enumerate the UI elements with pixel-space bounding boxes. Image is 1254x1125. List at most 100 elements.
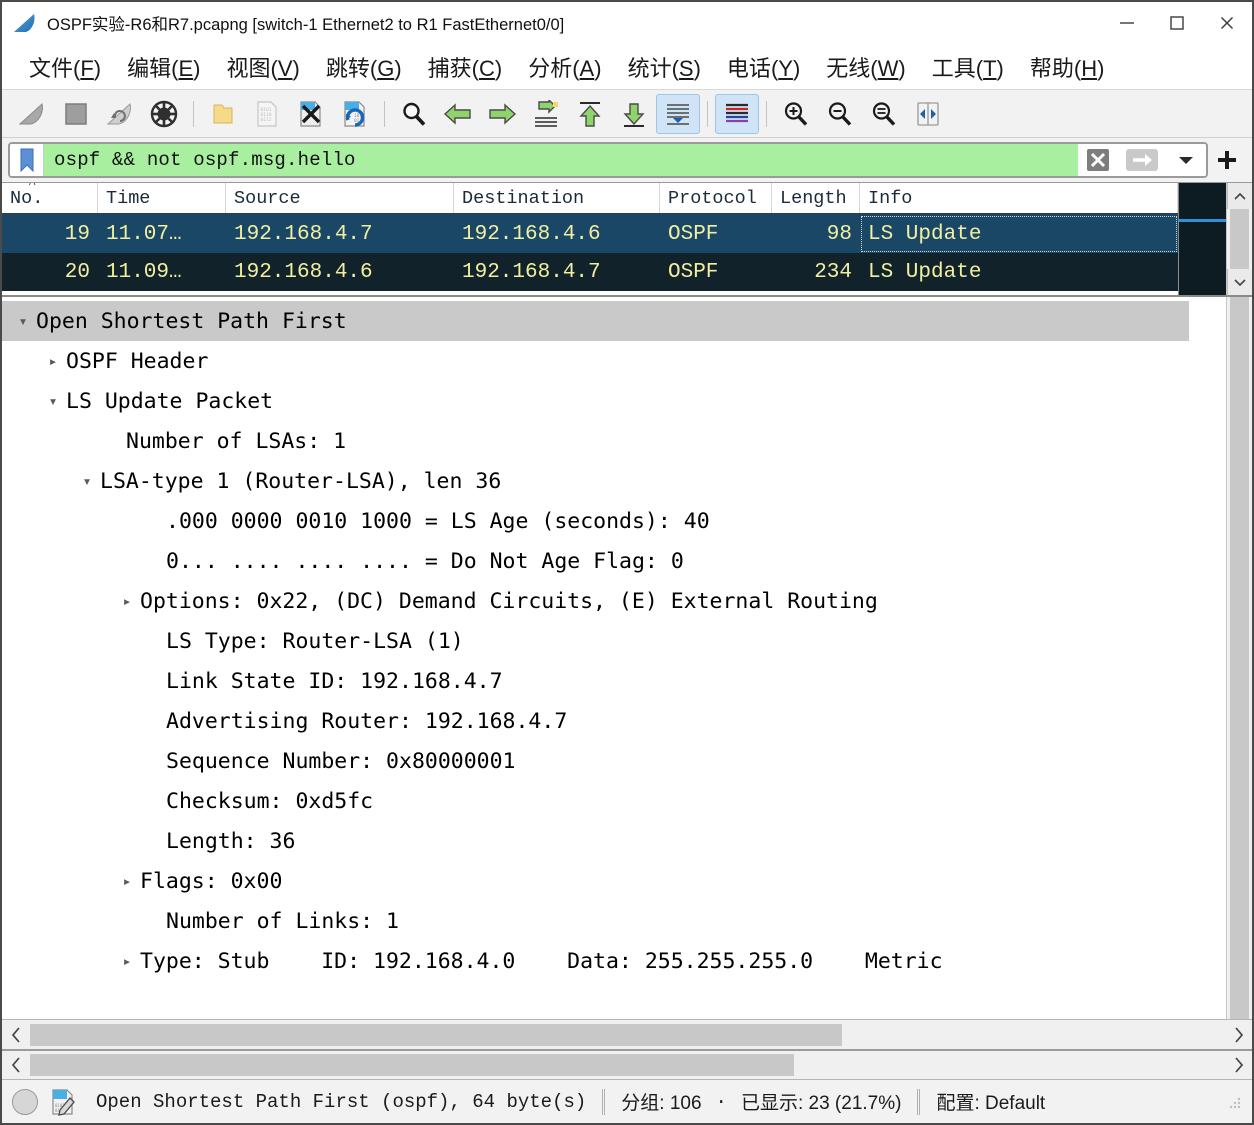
resize-grip-icon[interactable] — [1228, 1095, 1242, 1109]
menu-capture[interactable]: 捕获(C) — [415, 51, 516, 83]
menu-view[interactable]: 视图(V) — [213, 51, 312, 83]
chevron-down-icon[interactable]: ▾ — [40, 392, 66, 410]
chevron-right-icon[interactable]: ▸ — [114, 952, 140, 970]
tree-row[interactable]: Link State ID: 192.168.4.7 — [2, 661, 1226, 701]
menu-file[interactable]: 文件(F) — [16, 51, 114, 83]
save-file-button[interactable]: 0101 0110 0112 — [245, 94, 289, 134]
stop-capture-button[interactable] — [54, 94, 98, 134]
zoom-out-button[interactable] — [818, 94, 862, 134]
add-filter-button[interactable] — [1208, 142, 1246, 178]
tree-row[interactable]: Number of Links: 1 — [2, 901, 1226, 941]
packet-list-vscrollbar[interactable] — [1226, 183, 1252, 295]
chevron-right-icon[interactable]: ▸ — [114, 872, 140, 890]
filter-dropdown-button[interactable] — [1166, 144, 1206, 176]
menu-go-label: 跳转 — [325, 55, 370, 81]
menu-help[interactable]: 帮助(H) — [1017, 51, 1118, 83]
menu-go[interactable]: 跳转(G) — [313, 51, 415, 83]
restart-capture-button[interactable] — [98, 94, 142, 134]
filter-bookmark-button[interactable] — [10, 144, 44, 176]
minimize-button[interactable] — [1102, 2, 1152, 43]
bytes-hscroll-thumb[interactable] — [30, 1054, 795, 1076]
column-header-info[interactable]: Info — [860, 183, 1178, 213]
capture-options-button[interactable] — [142, 94, 186, 134]
tree-row-label: Link State ID: 192.168.4.7 — [166, 668, 503, 694]
menu-statistics[interactable]: 统计(S) — [615, 51, 714, 83]
detail-hscrollbar[interactable] — [2, 1019, 1252, 1049]
chevron-right-icon[interactable]: ▸ — [40, 352, 66, 370]
resize-columns-button[interactable] — [906, 94, 950, 134]
tree-row[interactable]: Length: 36 — [2, 821, 1226, 861]
hscroll-left-button[interactable] — [2, 1026, 30, 1043]
start-capture-button[interactable] — [10, 94, 54, 134]
scroll-down-button[interactable] — [1227, 269, 1252, 295]
colorize-button[interactable] — [715, 93, 759, 134]
chevron-down-icon[interactable]: ▾ — [10, 312, 36, 330]
expert-info-circle-icon[interactable] — [12, 1088, 38, 1115]
column-header-no[interactable]: No. ^ — [2, 183, 98, 213]
detail-vscrollbar[interactable] — [1226, 297, 1252, 1019]
chevron-right-icon[interactable]: ▸ — [114, 592, 140, 610]
bytes-hscroll-left-button[interactable] — [2, 1057, 30, 1073]
open-file-button[interactable] — [201, 94, 245, 134]
column-header-protocol[interactable]: Protocol — [660, 183, 772, 213]
tree-row[interactable]: ▸ Flags: 0x00 — [2, 861, 1226, 901]
menu-telephony[interactable]: 电话(Y) — [714, 51, 813, 83]
zoom-reset-button[interactable] — [862, 94, 906, 134]
hscroll-right-button[interactable] — [1224, 1026, 1252, 1043]
filter-input[interactable]: ospf && not ospf.msg.hello — [44, 144, 1078, 176]
clear-filter-button[interactable] — [1078, 144, 1118, 176]
reload-file-button[interactable]: 101 011 — [333, 94, 377, 134]
tree-row[interactable]: LS Type: Router-LSA (1) — [2, 621, 1226, 661]
menu-wireless-mnemonic: W — [877, 55, 899, 81]
tree-row[interactable]: Advertising Router: 192.168.4.7 — [2, 701, 1226, 741]
table-row[interactable]: 19 11.07… 192.168.4.7 192.168.4.6 OSPF 9… — [2, 215, 1178, 253]
hscroll-thumb[interactable] — [30, 1023, 842, 1046]
close-button[interactable] — [1202, 2, 1252, 43]
find-packet-button[interactable] — [392, 94, 436, 134]
column-header-length[interactable]: Length — [772, 183, 860, 213]
go-back-button[interactable] — [436, 94, 480, 134]
tree-row[interactable]: 0... .... .... .... = Do Not Age Flag: 0 — [2, 541, 1226, 581]
vscroll-thumb[interactable] — [1230, 209, 1249, 269]
apply-filter-button[interactable] — [1118, 144, 1166, 176]
column-header-time[interactable]: Time — [98, 183, 226, 213]
tree-row[interactable]: Checksum: 0xd5fc — [2, 781, 1226, 821]
tree-row[interactable]: Number of LSAs: 1 — [2, 421, 1226, 461]
status-profile[interactable]: 配置: Default — [936, 1088, 1045, 1115]
chevron-down-icon[interactable]: ▾ — [74, 472, 100, 490]
bytes-hscrollbar[interactable] — [2, 1049, 1252, 1079]
tree-row[interactable]: ▾ Open Shortest Path First — [2, 301, 1189, 341]
detail-vscroll-thumb[interactable] — [1230, 297, 1249, 1019]
table-row[interactable]: 20 11.09… 192.168.4.6 192.168.4.7 OSPF 2… — [2, 253, 1178, 291]
tree-row[interactable]: ▾ LS Update Packet — [2, 381, 1226, 421]
close-file-button[interactable] — [289, 94, 333, 134]
menu-edit-label: 编辑 — [127, 55, 172, 81]
menu-analyze[interactable]: 分析(A) — [515, 51, 614, 83]
zoom-in-button[interactable] — [774, 94, 818, 134]
scroll-up-button[interactable] — [1227, 183, 1252, 209]
tree-row[interactable]: ▾ LSA-type 1 (Router-LSA), len 36 — [2, 461, 1226, 501]
menu-edit[interactable]: 编辑(E) — [114, 51, 213, 83]
column-header-source[interactable]: Source — [226, 183, 454, 213]
hscroll-track[interactable] — [30, 1023, 1224, 1046]
column-header-no-label: No. — [10, 187, 44, 209]
menu-wireless[interactable]: 无线(W) — [813, 51, 918, 83]
bytes-hscroll-right-button[interactable] — [1224, 1057, 1252, 1073]
bytes-hscroll-track[interactable] — [30, 1054, 1224, 1076]
maximize-button[interactable] — [1152, 2, 1202, 43]
tree-row[interactable]: .000 0000 0010 1000 = LS Age (seconds): … — [2, 501, 1226, 541]
tree-row[interactable]: Sequence Number: 0x80000001 — [2, 741, 1226, 781]
sort-asc-caret-icon: ^ — [28, 183, 37, 193]
capture-file-properties-icon[interactable]: 01010110 — [50, 1088, 78, 1116]
go-last-packet-button[interactable] — [612, 94, 656, 134]
autoscroll-button[interactable] — [656, 93, 700, 134]
menu-tools[interactable]: 工具(T) — [919, 51, 1017, 83]
tree-row[interactable]: ▸ OSPF Header — [2, 341, 1226, 381]
tree-row[interactable]: ▸ Type: Stub ID: 192.168.4.0 Data: 255.2… — [2, 941, 1226, 981]
go-first-packet-button[interactable] — [568, 94, 612, 134]
column-header-destination[interactable]: Destination — [454, 183, 660, 213]
tree-row[interactable]: ▸ Options: 0x22, (DC) Demand Circuits, (… — [2, 581, 1226, 621]
cell-time: 11.09… — [106, 260, 182, 284]
go-forward-button[interactable] — [480, 94, 524, 134]
go-to-packet-button[interactable] — [524, 94, 568, 134]
